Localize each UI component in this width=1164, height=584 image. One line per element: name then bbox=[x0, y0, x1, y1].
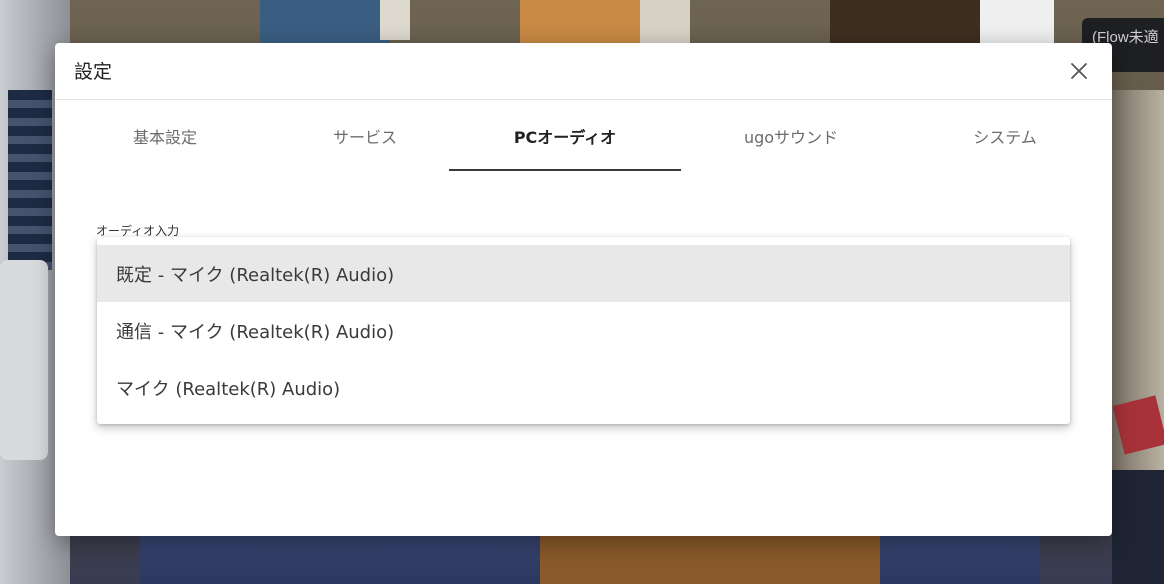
background-object bbox=[1112, 470, 1164, 584]
background-object bbox=[980, 0, 1054, 44]
background-object bbox=[640, 0, 690, 44]
background-door bbox=[830, 0, 980, 44]
audio-input-option[interactable]: 既定 - マイク (Realtek(R) Audio) bbox=[97, 245, 1070, 302]
background-object bbox=[380, 0, 410, 40]
dialog-title: 設定 bbox=[74, 61, 113, 83]
tab-system[interactable]: システム bbox=[889, 101, 1121, 171]
tab-services[interactable]: サービス bbox=[249, 101, 481, 171]
tab-basic-settings[interactable]: 基本設定 bbox=[49, 101, 281, 171]
close-icon bbox=[1071, 63, 1087, 79]
tab-pc-audio[interactable]: PCオーディオ bbox=[449, 101, 681, 171]
background-object bbox=[0, 260, 48, 460]
audio-input-dropdown-menu: 既定 - マイク (Realtek(R) Audio) 通信 - マイク (Re… bbox=[97, 237, 1070, 424]
settings-tabs: 基本設定 サービス PCオーディオ ugoサウンド システム bbox=[55, 101, 1112, 171]
background-screen bbox=[260, 0, 390, 44]
background-shelf bbox=[8, 90, 52, 270]
background-table bbox=[540, 535, 880, 584]
tab-ugo-sound[interactable]: ugoサウンド bbox=[675, 101, 907, 171]
active-tab-indicator bbox=[449, 169, 681, 171]
dialog-header: 設定 bbox=[55, 43, 1112, 100]
audio-input-option[interactable]: マイク (Realtek(R) Audio) bbox=[97, 359, 1070, 416]
close-button[interactable] bbox=[1065, 57, 1093, 85]
audio-input-option[interactable]: 通信 - マイク (Realtek(R) Audio) bbox=[97, 302, 1070, 359]
background-door bbox=[520, 0, 640, 44]
